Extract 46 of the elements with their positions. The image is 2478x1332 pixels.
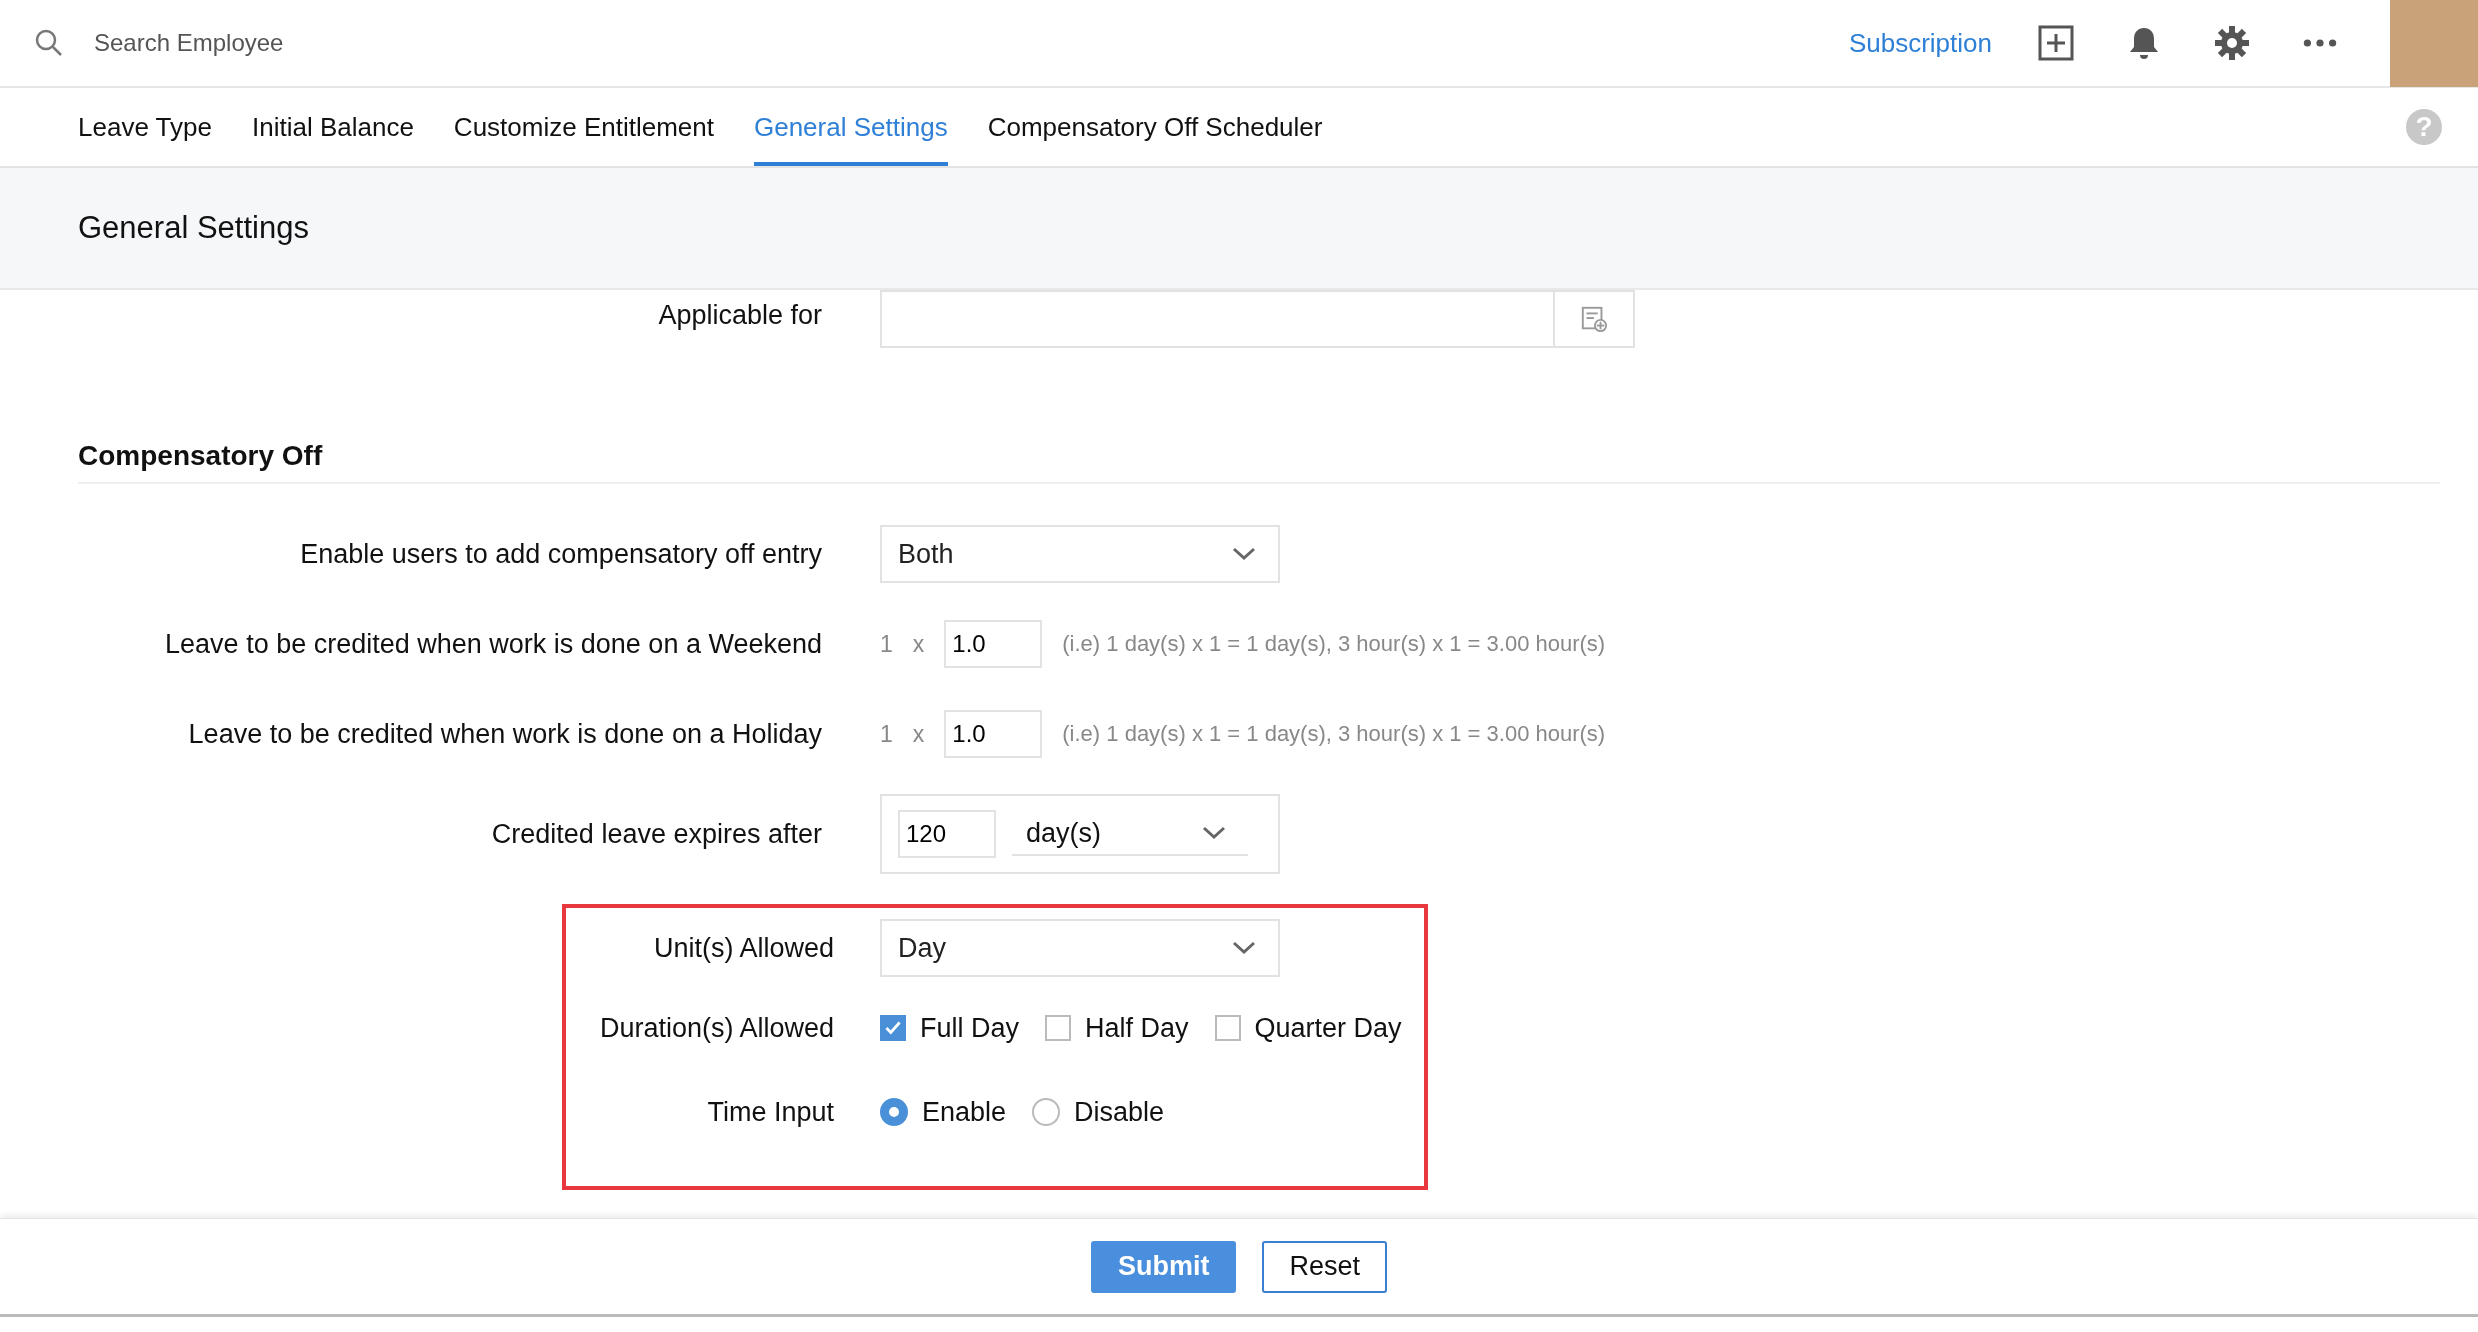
field-label: Enable users to add compensatory off entry [299, 538, 823, 570]
field-label: Leave to be credited when work is done on a Weekend [164, 628, 823, 660]
option-label: Full Day [920, 1012, 1020, 1044]
tab[interactable]: Customize Entitlement [453, 88, 714, 166]
chevron-icon [1232, 941, 1256, 955]
tab[interactable]: Initial Balance [251, 88, 414, 166]
option-label: Half Day [1085, 1012, 1189, 1044]
section-title: Compensatory Off [78, 440, 324, 472]
unit-dropdown[interactable]: day(s) [1012, 812, 1248, 856]
checkbox[interactable] [880, 1015, 906, 1041]
option-label: Quarter Day [1254, 1012, 1402, 1044]
radio-button[interactable] [1032, 1098, 1061, 1126]
hint-text: (i.e) 1 day(s) x 1 = 1 day(s), 3 hour(s) x 1 = 3.00 hour(s) [1062, 631, 1606, 657]
multiplier-field[interactable]: 1.0 [944, 710, 1043, 758]
checkbox[interactable] [1214, 1015, 1241, 1041]
chevron-icon [1202, 826, 1226, 840]
multiplier-base: 1 [880, 630, 893, 658]
multiplier-sign: x [912, 720, 925, 748]
field-label: Leave to be credited when work is done on a Holiday [187, 718, 823, 750]
expiry-field[interactable]: 120 [898, 810, 996, 858]
search-icon[interactable] [34, 28, 64, 58]
field-label: Duration(s) Allowed [598, 1012, 835, 1044]
reset-button[interactable]: Reset [1262, 1240, 1387, 1293]
list-add-icon[interactable] [1580, 305, 1608, 333]
tab[interactable]: Compensatory Off Scheduler [987, 88, 1323, 166]
radio-button[interactable] [880, 1098, 908, 1126]
field-label: Credited leave expires after [490, 818, 823, 850]
field-label: Time Input [706, 1096, 835, 1128]
tab[interactable]: Leave Type [78, 88, 212, 166]
subscription-link[interactable]: Subscription [1848, 27, 1992, 59]
chevron-icon [1232, 547, 1256, 561]
page-title: General Settings [78, 210, 309, 246]
hint-text: (i.e) 1 day(s) x 1 = 1 day(s), 3 hour(s) x 1 = 3.00 hour(s) [1062, 721, 1606, 747]
option-label: Disable [1074, 1096, 1165, 1128]
dropdown[interactable]: Both [880, 525, 1280, 583]
applicable-for-field[interactable] [880, 290, 1635, 348]
multiplier-base: 1 [880, 720, 893, 748]
field-label: Applicable for [657, 299, 823, 331]
option-label: Enable [922, 1096, 1007, 1128]
multiplier-sign: x [912, 630, 925, 658]
settings-icon[interactable] [2214, 25, 2250, 61]
add-icon[interactable] [2038, 25, 2074, 61]
field-label: Unit(s) Allowed [652, 932, 835, 964]
multiplier-field[interactable]: 1.0 [944, 620, 1043, 668]
checkbox[interactable] [1045, 1015, 1072, 1041]
dropdown[interactable]: Day [880, 919, 1280, 977]
